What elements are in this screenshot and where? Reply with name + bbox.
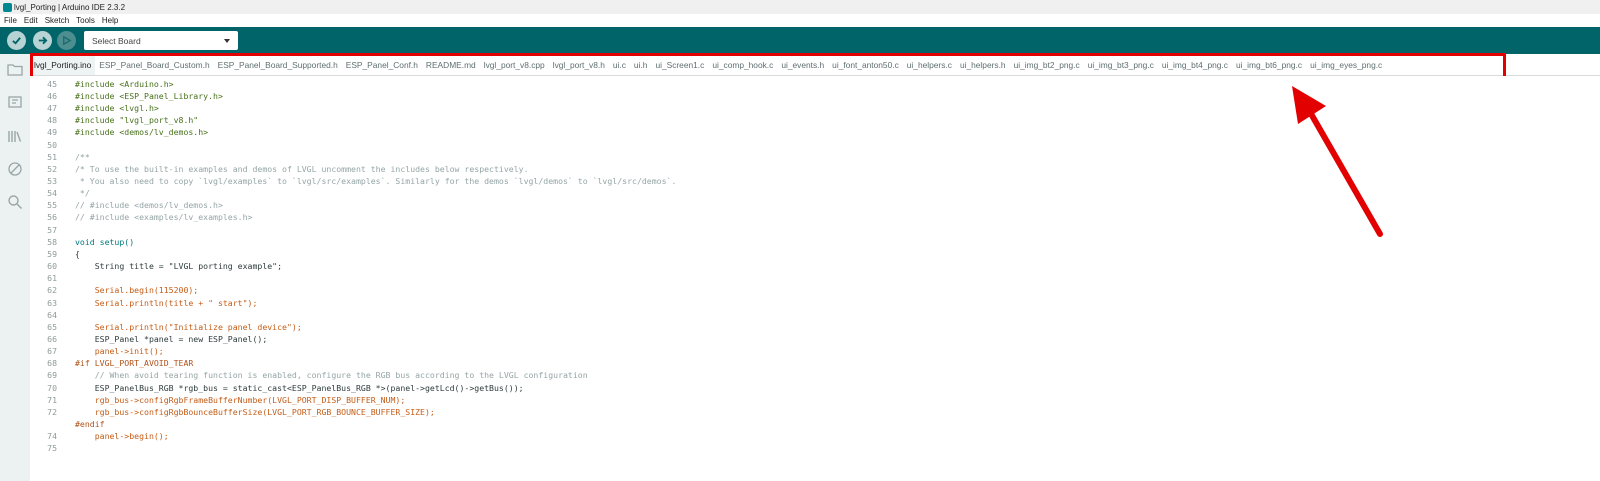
arduino-app-icon: [3, 2, 12, 12]
check-icon: [12, 37, 21, 45]
arrow-right-icon: [38, 36, 48, 45]
code-line: 72 rgb_bus->configRgbBounceBufferSize(LV…: [47, 407, 435, 417]
menu-help[interactable]: Help: [102, 16, 118, 25]
menu-bar: File Edit Sketch Tools Help: [0, 14, 1600, 27]
search-icon[interactable]: [6, 193, 23, 210]
code-line: 65 Serial.println("Initialize panel devi…: [47, 322, 302, 332]
menu-file[interactable]: File: [4, 16, 17, 25]
code-line: 61: [47, 273, 57, 283]
chevron-down-icon: [224, 38, 230, 43]
board-select-dropdown[interactable]: Select Board: [84, 31, 238, 50]
code-line: 71 rgb_bus->configRgbFrameBufferNumber(L…: [47, 395, 406, 405]
code-line: 67 panel->init();: [47, 346, 164, 356]
code-line: 60 String title = "LVGL porting example"…: [47, 261, 283, 271]
library-icon[interactable]: [6, 127, 23, 144]
verify-button[interactable]: [7, 31, 26, 50]
upload-button[interactable]: [33, 31, 52, 50]
code-line: 64: [47, 310, 57, 320]
menu-tools[interactable]: Tools: [76, 16, 95, 25]
board-manager-icon[interactable]: [6, 93, 23, 110]
code-line: 66 ESP_Panel *panel = new ESP_Panel();: [47, 334, 268, 344]
code-line: 63 Serial.println(title + " start");: [47, 298, 258, 308]
debug-button[interactable]: [57, 31, 76, 50]
window-title: lvgl_Porting | Arduino IDE 2.3.2: [14, 2, 126, 12]
toolbar: Select Board: [0, 27, 1600, 54]
debug-icon[interactable]: [6, 160, 23, 177]
code-line: 62 Serial.begin(115200);: [47, 285, 199, 295]
code-line: #endif: [75, 419, 105, 429]
code-line: 69 // When avoid tearing function is ena…: [47, 370, 588, 380]
board-select-label: Select Board: [92, 35, 141, 46]
code-line: 59{: [47, 249, 80, 259]
code-line: 74 panel->begin();: [47, 431, 169, 441]
code-line: 75: [47, 443, 57, 453]
sidebar: [0, 54, 30, 481]
menu-edit[interactable]: Edit: [24, 16, 38, 25]
code-line: 70 ESP_PanelBus_RGB *rgb_bus = static_ca…: [47, 383, 524, 393]
menu-sketch[interactable]: Sketch: [45, 16, 69, 25]
debug-icon: [63, 35, 72, 46]
window-titlebar: lvgl_Porting | Arduino IDE 2.3.2: [0, 0, 1600, 14]
annotation-arrow-icon: [1292, 86, 1383, 237]
folder-icon[interactable]: [6, 60, 23, 77]
code-line: 68 #if LVGL_PORT_AVOID_TEAR: [47, 358, 194, 368]
